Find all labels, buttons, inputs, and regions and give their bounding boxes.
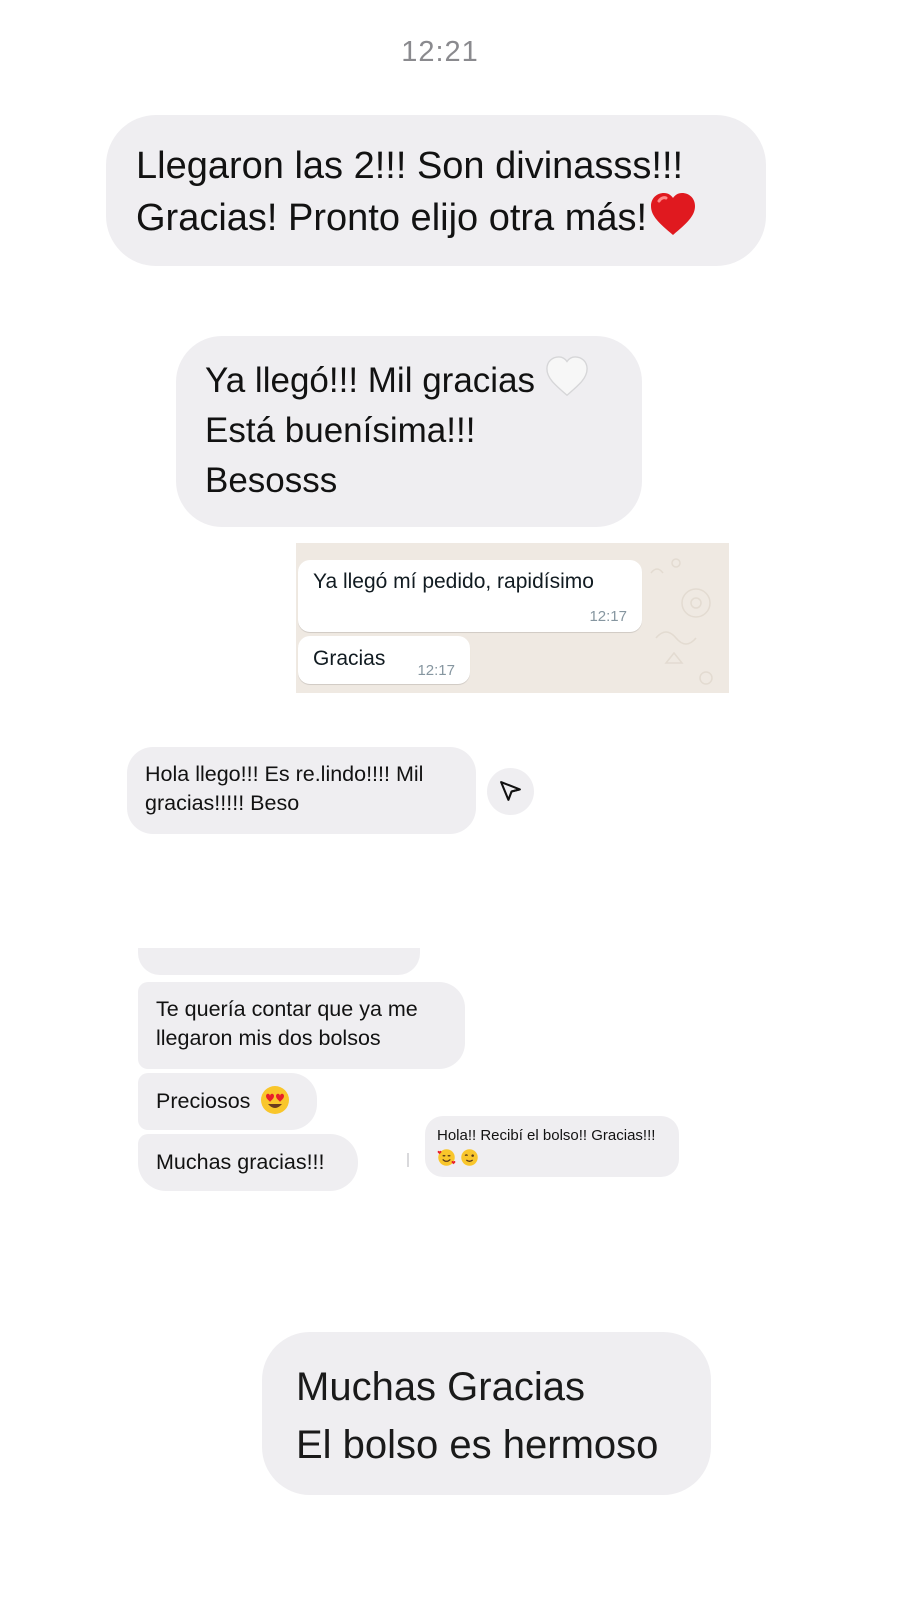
message-line: Hola llego!!! Es re.lindo!!!! Mil: [145, 762, 424, 786]
whatsapp-message-text: Ya llegó mí pedido, rapidísimo: [313, 570, 594, 593]
message-line: Está buenísima!!!: [205, 411, 476, 450]
whatsapp-message: Gracias 12:17: [298, 636, 470, 684]
whatsapp-chat-panel: Ya llegó mí pedido, rapidísimo 12:17 Gra…: [296, 543, 729, 693]
share-button[interactable]: [487, 768, 534, 815]
smiling-face-with-hearts-icon: [437, 1148, 456, 1166]
message-line: Muchas Gracias: [296, 1365, 585, 1409]
message-line-with-emoji: Ya llegó!!! Mil gracias: [205, 356, 642, 406]
whatsapp-message: Ya llegó mí pedido, rapidísimo 12:17: [298, 560, 642, 632]
message-bubble-2: Ya llegó!!! Mil gracias Está buenísima!!…: [176, 336, 642, 527]
messenger-message: Te quería contar que ya me llegaron mis …: [138, 982, 465, 1069]
message-line: El bolso es hermoso: [296, 1423, 659, 1467]
send-arrow-icon: [500, 781, 521, 801]
message-bubble-1: Llegaron las 2!!! Son divinasss!!! Graci…: [106, 115, 766, 266]
small-chat-message: Hola!! Recibí el bolso!! Gracias!!!: [425, 1116, 679, 1177]
winking-face-icon: [461, 1148, 478, 1166]
message-line: Te quería contar que ya me: [156, 997, 418, 1021]
red-heart-icon: [651, 193, 696, 235]
message-line: llegaron mis dos bolsos: [156, 1026, 381, 1050]
message-line-text: Gracias! Pronto elijo otra más!: [136, 197, 648, 239]
message-line: Preciosos: [156, 1089, 251, 1113]
whatsapp-message-time: 12:17: [417, 662, 455, 679]
instagram-message: Hola llego!!! Es re.lindo!!!! Mil gracia…: [127, 747, 476, 834]
messenger-message: Muchas gracias!!!: [138, 1134, 358, 1191]
divider-mark: [407, 1153, 409, 1167]
cropped-message-bubble: [138, 948, 420, 975]
whatsapp-message-text: Gracias: [313, 647, 386, 670]
message-line: Llegaron las 2!!! Son divinasss!!!: [136, 145, 684, 187]
message-line: Muchas gracias!!!: [156, 1150, 325, 1174]
message-line: Besosss: [205, 461, 338, 500]
heart-eyes-icon: [261, 1086, 290, 1114]
message-bubble-final: Muchas Gracias El bolso es hermoso: [262, 1332, 711, 1495]
messenger-message: Preciosos: [138, 1073, 317, 1130]
emoji-row: [437, 1146, 679, 1167]
message-line: Hola!! Recibí el bolso!! Gracias!!!: [437, 1127, 656, 1144]
message-line: gracias!!!!! Beso: [145, 791, 300, 815]
chat-timestamp: 12:21: [401, 36, 479, 68]
white-heart-icon: [546, 356, 588, 397]
whatsapp-message-time: 12:17: [589, 608, 627, 625]
message-line-with-emoji: Gracias! Pronto elijo otra más!: [136, 192, 766, 244]
message-line-text: Ya llegó!!! Mil gracias: [205, 361, 536, 400]
